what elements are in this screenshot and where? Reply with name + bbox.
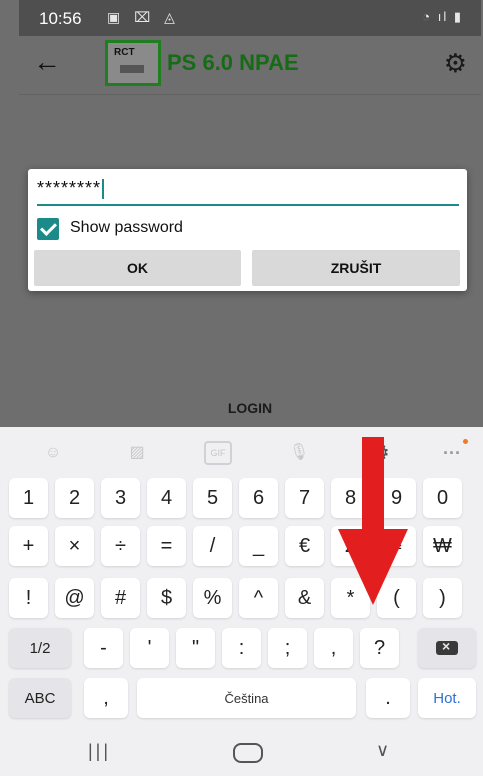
ok-button[interactable]: OK (34, 250, 241, 286)
recent-apps-icon[interactable]: ||| (88, 741, 111, 762)
red-arrow-annotation (338, 437, 408, 605)
key-row4-5[interactable]: , (314, 628, 353, 668)
app-title: PS 6.0 NPAE (167, 50, 299, 75)
nav-back-icon[interactable]: ∨ (376, 740, 389, 761)
system-status-icons: ◔ ıl ▮ (422, 9, 463, 24)
backspace-key[interactable] (418, 628, 476, 668)
key-0-3[interactable]: 4 (147, 478, 186, 518)
app-logo: RCT (105, 40, 161, 86)
password-dialog: ******** Show password OK ZRUŠIT (28, 169, 467, 291)
key-row4-6[interactable]: ? (360, 628, 399, 668)
text-cursor (102, 179, 105, 200)
logo-text: RCT (114, 47, 135, 58)
password-value: ******** (37, 178, 102, 198)
key-row4-2[interactable]: " (176, 628, 215, 668)
key-2-5[interactable]: ^ (239, 578, 278, 618)
keyboard-toolbar: ☺ ▨ GIF 🎙 ⚙ ··· (0, 427, 483, 481)
key-0-4[interactable]: 5 (193, 478, 232, 518)
key-row4-1[interactable]: ' (130, 628, 169, 668)
key-row4-3[interactable]: : (222, 628, 261, 668)
status-bar: 10:56 ▣ ⌧ ◬ ◔ ıl ▮ (19, 0, 481, 36)
clock: 10:56 (39, 9, 82, 28)
period-key[interactable]: . (366, 678, 410, 718)
key-1-2[interactable]: ÷ (101, 526, 140, 566)
key-2-9[interactable]: ) (423, 578, 462, 618)
key-1-4[interactable]: / (193, 526, 232, 566)
notification-icons: ▣ ⌧ ◬ (107, 9, 180, 25)
key-1-5[interactable]: _ (239, 526, 278, 566)
key-0-2[interactable]: 3 (101, 478, 140, 518)
sticker-icon[interactable]: ▨ (123, 441, 151, 465)
key-0-9[interactable]: 0 (423, 478, 462, 518)
show-password-checkbox[interactable] (37, 218, 59, 240)
app-bar: ← RCT PS 6.0 NPAE ⚙ (19, 36, 481, 95)
key-1-9[interactable]: ₩ (423, 526, 462, 566)
key-2-0[interactable]: ! (9, 578, 48, 618)
key-2-3[interactable]: $ (147, 578, 186, 618)
key-0-5[interactable]: 6 (239, 478, 278, 518)
key-0-0[interactable]: 1 (9, 478, 48, 518)
key-row4-0[interactable]: - (84, 628, 123, 668)
key-1-6[interactable]: € (285, 526, 324, 566)
back-arrow-icon[interactable]: ← (33, 46, 61, 78)
gif-button[interactable]: GIF (204, 441, 232, 465)
key-2-1[interactable]: @ (55, 578, 94, 618)
symbol-page-key[interactable]: 1/2 (9, 628, 71, 668)
done-key[interactable]: Hot. (418, 678, 476, 718)
key-2-4[interactable]: % (193, 578, 232, 618)
key-2-6[interactable]: & (285, 578, 324, 618)
mic-icon[interactable]: 🎙 (285, 441, 313, 465)
more-icon[interactable]: ··· (438, 439, 468, 465)
cancel-button[interactable]: ZRUŠIT (252, 250, 460, 286)
password-input[interactable]: ******** (37, 178, 459, 206)
key-0-1[interactable]: 2 (55, 478, 94, 518)
abc-key[interactable]: ABC (9, 678, 71, 718)
key-row4-4[interactable]: ; (268, 628, 307, 668)
key-1-0[interactable]: + (9, 526, 48, 566)
home-icon[interactable] (233, 743, 263, 763)
key-1-3[interactable]: = (147, 526, 186, 566)
backspace-icon (436, 638, 458, 655)
emoji-icon[interactable]: ☺ (39, 441, 67, 465)
key-2-2[interactable]: # (101, 578, 140, 618)
login-label: LOGIN (227, 400, 273, 416)
show-password-label[interactable]: Show password (70, 219, 183, 237)
gear-icon[interactable]: ⚙ (444, 48, 467, 79)
key-1-1[interactable]: × (55, 526, 94, 566)
space-key[interactable]: Čeština (137, 678, 356, 718)
comma-key[interactable]: , (84, 678, 128, 718)
key-0-6[interactable]: 7 (285, 478, 324, 518)
navigation-bar: ||| ∨ (0, 727, 483, 776)
